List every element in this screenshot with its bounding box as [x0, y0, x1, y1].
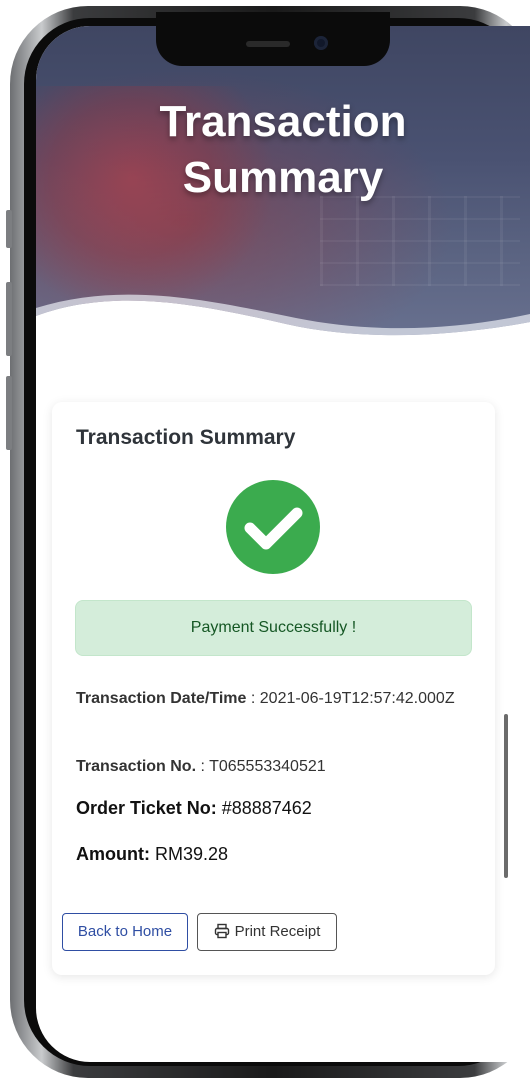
order-ticket-label: Order Ticket No:	[76, 798, 217, 818]
amount-row: Amount: RM39.28	[76, 842, 228, 867]
phone-notch	[156, 12, 390, 66]
transaction-datetime-row: Transaction Date/Time : 2021-06-19T12:57…	[76, 686, 471, 711]
amount-label: Amount:	[76, 844, 150, 864]
payment-status-alert: Payment Successfully !	[75, 600, 472, 656]
transaction-datetime-value: : 2021-06-19T12:57:42.000Z	[246, 690, 455, 707]
transaction-number-label: Transaction No.	[76, 758, 197, 775]
silent-switch	[6, 210, 12, 248]
speaker-grille	[246, 41, 290, 47]
print-receipt-label: Print Receipt	[234, 923, 321, 940]
amount-value: RM39.28	[149, 844, 229, 864]
front-camera	[314, 36, 328, 50]
transaction-summary-card: Transaction Summary Payment Successfully…	[52, 402, 495, 975]
transaction-number-row: Transaction No. : T065553340521	[76, 754, 326, 779]
printer-icon	[214, 923, 229, 939]
scrollbar[interactable]	[504, 714, 508, 878]
order-ticket-value: #88887462	[216, 798, 312, 818]
order-ticket-row: Order Ticket No: #88887462	[76, 796, 312, 821]
volume-down-button	[6, 376, 12, 450]
hero-background-detail	[320, 196, 520, 286]
volume-up-button	[6, 282, 12, 356]
print-receipt-button[interactable]: Print Receipt	[197, 913, 337, 951]
check-circle-icon	[226, 480, 320, 574]
transaction-number-value: : T065553340521	[196, 758, 326, 775]
hero-wave	[36, 294, 530, 376]
card-title: Transaction Summary	[76, 426, 296, 449]
hero-title: Transaction Summary	[159, 97, 407, 202]
back-to-home-button[interactable]: Back to Home	[62, 913, 188, 951]
transaction-datetime-label: Transaction Date/Time	[76, 690, 247, 707]
